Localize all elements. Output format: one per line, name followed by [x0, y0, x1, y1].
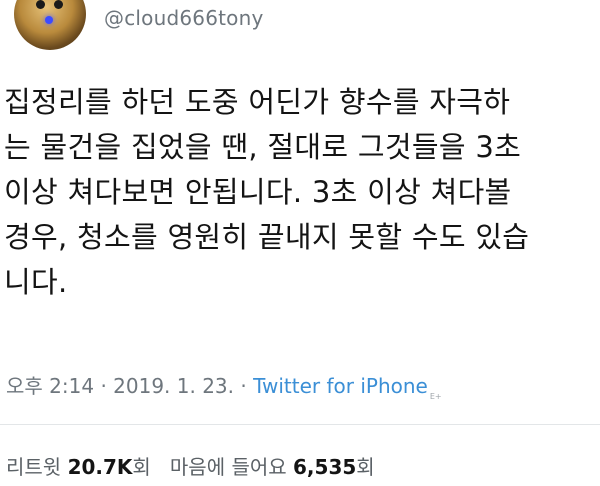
tweet-source-link[interactable]: Twitter for iPhone [253, 374, 428, 398]
avatar[interactable] [14, 0, 86, 50]
avatar-light [45, 16, 53, 24]
tweet-time[interactable]: 오후 2:14 [6, 374, 94, 398]
tweet-stats: 리트윗 20.7K회 마음에 들어요 6,535회 [6, 451, 375, 480]
like-label: 마음에 들어요 [169, 455, 287, 479]
tweet-meta: 오후 2:14 · 2019. 1. 23. · Twitter for iPh… [6, 370, 442, 401]
tweet-header: @cloud666tony [0, 0, 600, 60]
meta-separator: · [240, 374, 247, 398]
source-badge: E+ [429, 392, 442, 401]
divider [0, 424, 600, 425]
meta-separator: · [100, 374, 107, 398]
avatar-eye-left [36, 0, 45, 9]
like-unit: 회 [356, 455, 375, 479]
like-count[interactable]: 6,535 [293, 455, 356, 479]
tweet-text: 집정리를 하던 도중 어딘가 향수를 자극하 는 물건을 집었을 땐, 절대로 … [4, 85, 530, 299]
avatar-eye-right [54, 0, 63, 9]
retweet-label: 리트윗 [6, 455, 62, 479]
tweet-date[interactable]: 2019. 1. 23. [113, 374, 234, 398]
user-handle[interactable]: @cloud666tony [104, 6, 264, 30]
retweet-count[interactable]: 20.7K [68, 455, 133, 479]
retweet-unit: 회 [132, 455, 151, 479]
